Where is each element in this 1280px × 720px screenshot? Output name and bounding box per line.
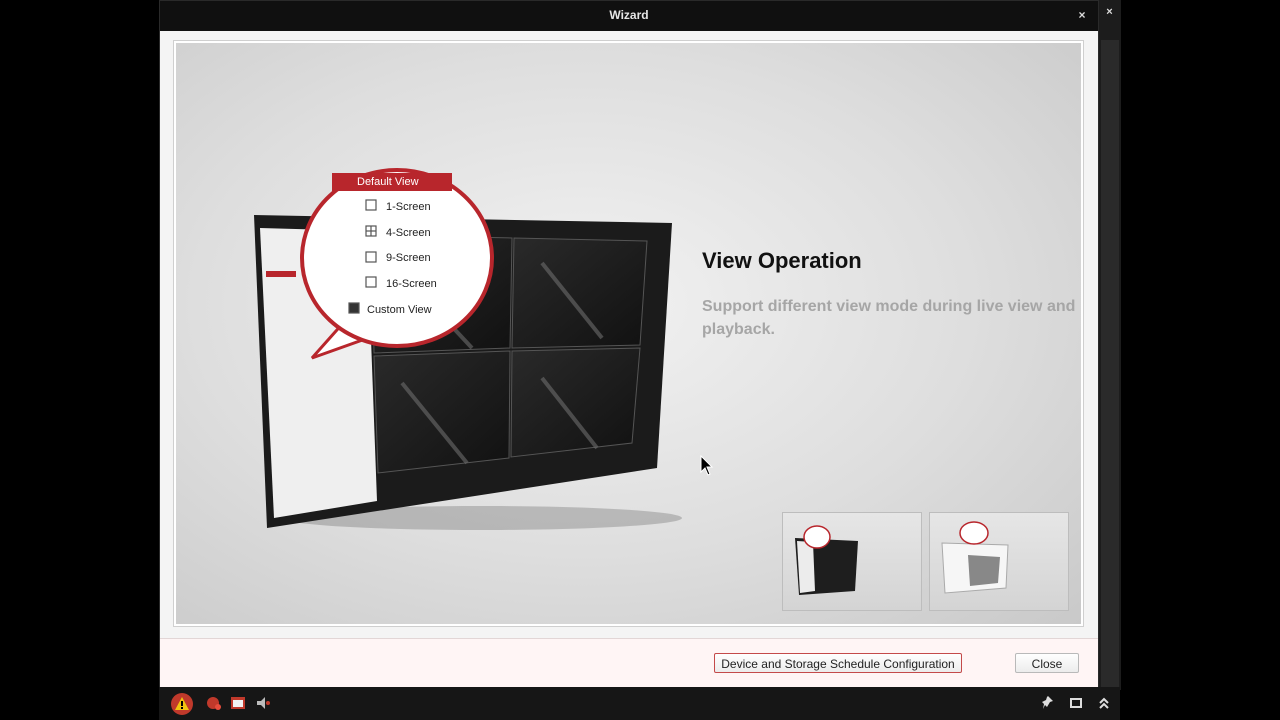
audio-icon[interactable]: [255, 694, 271, 712]
menu-item-1-screen: 1-Screen: [386, 201, 431, 213]
slide-heading: View Operation: [702, 248, 862, 273]
side-scrollbar[interactable]: [1101, 40, 1119, 690]
wizard-titlebar: Wizard ×: [160, 1, 1098, 31]
view-operation-illustration: Default View 1-Screen 4-Screen 9-Screen …: [254, 168, 682, 530]
side-close-icon[interactable]: ×: [1098, 2, 1121, 22]
menu-title: Default View: [357, 176, 419, 188]
wizard-footer: Device and Storage Schedule Configuratio…: [160, 638, 1098, 689]
record-icon[interactable]: [206, 694, 222, 712]
event-icon[interactable]: [230, 694, 246, 712]
slide-frame: Default View 1-Screen 4-Screen 9-Screen …: [174, 41, 1083, 626]
right-side-pane: ×: [1097, 0, 1121, 690]
close-button[interactable]: Close: [1015, 653, 1079, 673]
menu-item-4-screen: 4-Screen: [386, 227, 431, 239]
wizard-title: Wizard: [609, 8, 649, 22]
device-storage-schedule-button[interactable]: Device and Storage Schedule Configuratio…: [714, 653, 962, 673]
slide-thumbnail-2[interactable]: [929, 512, 1069, 611]
slide-description: Support different view mode during live …: [702, 298, 1076, 338]
window-icon[interactable]: [1070, 694, 1082, 712]
wizard-dialog: Wizard × Default View 1-Screen 4-Screen …: [159, 0, 1099, 689]
menu-item-9-screen: 9-Screen: [386, 252, 431, 264]
menu-item-custom-view: Custom View: [367, 304, 432, 316]
bottom-taskbar: [159, 687, 1120, 720]
collapse-up-icon[interactable]: [1098, 694, 1110, 712]
alarm-warning-icon[interactable]: [170, 692, 194, 716]
menu-item-16-screen: 16-Screen: [386, 278, 437, 290]
slide-thumbnail-1[interactable]: [782, 512, 922, 611]
mouse-cursor-icon: [700, 455, 714, 476]
close-icon[interactable]: ×: [1072, 5, 1092, 25]
pin-icon[interactable]: [1041, 694, 1055, 712]
